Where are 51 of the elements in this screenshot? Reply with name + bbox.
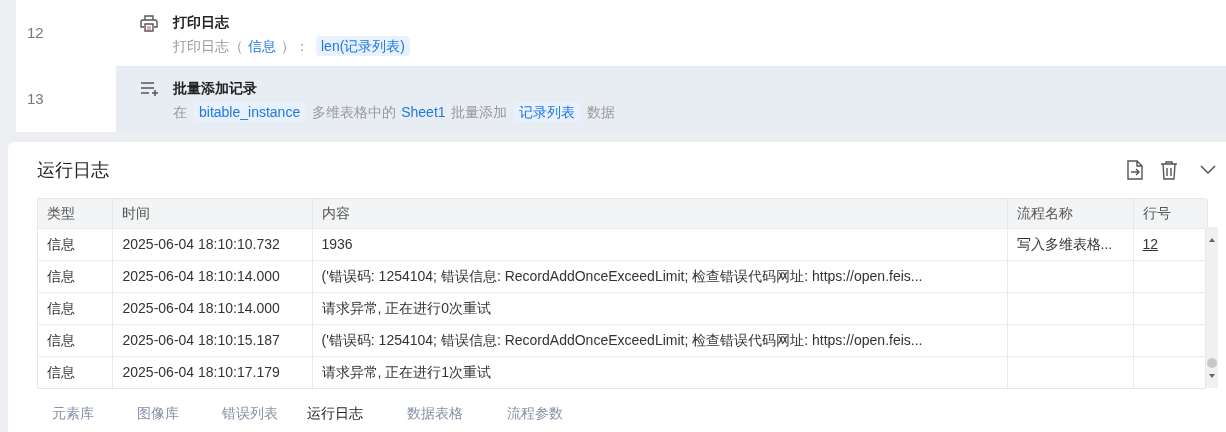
tab[interactable]: 数据表格 xyxy=(407,403,507,424)
line-link[interactable]: 12 xyxy=(1142,235,1159,252)
table-cell: 写入多维表格... xyxy=(1016,235,1113,252)
line-number: 12 xyxy=(16,0,116,66)
scrollbar[interactable] xyxy=(1206,227,1218,388)
step-text: 多维表格中的 xyxy=(312,103,397,122)
table-cell: ('错误码: 1254104; 错误信息: RecordAddOnceExceedLimit; 检查错误代码网址: https://open.feis... xyxy=(321,331,923,348)
export-icon[interactable] xyxy=(1126,160,1144,180)
step-row[interactable]: 打印日志 打印日志（ 信息 ）： len(记录列表) xyxy=(116,0,1226,66)
table-cell: 2025-06-04 18:10:15.187 xyxy=(122,331,280,348)
step-text: 批量添加 xyxy=(450,103,507,122)
variable-tag[interactable]: bitable_instance xyxy=(194,102,306,122)
tab[interactable]: 图像库 xyxy=(137,403,222,424)
step-row[interactable]: 批量添加记录 在 bitable_instance 多维表格中的 Sheet1 批量添加 记录列表 数据 xyxy=(116,66,1226,132)
step-title: 打印日志 xyxy=(173,13,230,31)
table-cell: ('错误码: 1254104; 错误信息: RecordAddOnceExceedLimit; 检查错误代码网址: https://open.feis... xyxy=(321,267,923,284)
tab[interactable]: 流程参数 xyxy=(507,403,607,424)
step-title: 批量添加记录 xyxy=(173,79,258,97)
list-add-icon xyxy=(140,80,158,98)
table-cell: 信息 xyxy=(47,331,75,348)
trash-icon[interactable] xyxy=(1160,160,1178,180)
table-cell: 1936 xyxy=(321,235,353,252)
tab[interactable]: 错误列表 xyxy=(222,403,307,424)
chevron-down-icon[interactable] xyxy=(1200,165,1216,175)
column-header: 类型 xyxy=(38,199,112,228)
variable-tag[interactable]: len(记录列表) xyxy=(316,36,410,56)
column-header: 内容 xyxy=(312,199,1007,228)
step-text: ）： xyxy=(281,37,309,56)
table-cell: 2025-06-04 18:10:14.000 xyxy=(122,299,280,316)
tab[interactable]: 元素库 xyxy=(52,403,137,424)
line-number: 13 xyxy=(16,66,116,132)
panel-title: 运行日志 xyxy=(37,158,109,182)
tab[interactable]: 运行日志 xyxy=(307,403,407,424)
column-header: 流程名称 xyxy=(1007,199,1133,228)
table-cell: 信息 xyxy=(47,235,75,252)
column-header: 时间 xyxy=(112,199,312,228)
parameter-value: Sheet1 xyxy=(401,103,446,122)
step-text: 打印日志（ xyxy=(173,37,243,56)
printer-icon xyxy=(140,14,158,32)
table-cell: 2025-06-04 18:10:14.000 xyxy=(122,267,280,284)
table-cell: 信息 xyxy=(47,363,75,380)
table-cell: 请求异常, 正在进行0次重试 xyxy=(321,299,492,316)
step-text: 数据 xyxy=(586,103,615,122)
variable-tag[interactable]: 记录列表 xyxy=(513,102,580,122)
parameter-value: 信息 xyxy=(248,37,276,56)
table-cell: 请求异常, 正在进行1次重试 xyxy=(321,363,492,380)
table-cell: 信息 xyxy=(47,267,75,284)
table-cell: 2025-06-04 18:10:17.179 xyxy=(122,363,280,380)
step-text: 在 xyxy=(173,103,187,122)
table-cell: 信息 xyxy=(47,299,75,316)
table-cell: 2025-06-04 18:10:10.732 xyxy=(122,235,280,252)
